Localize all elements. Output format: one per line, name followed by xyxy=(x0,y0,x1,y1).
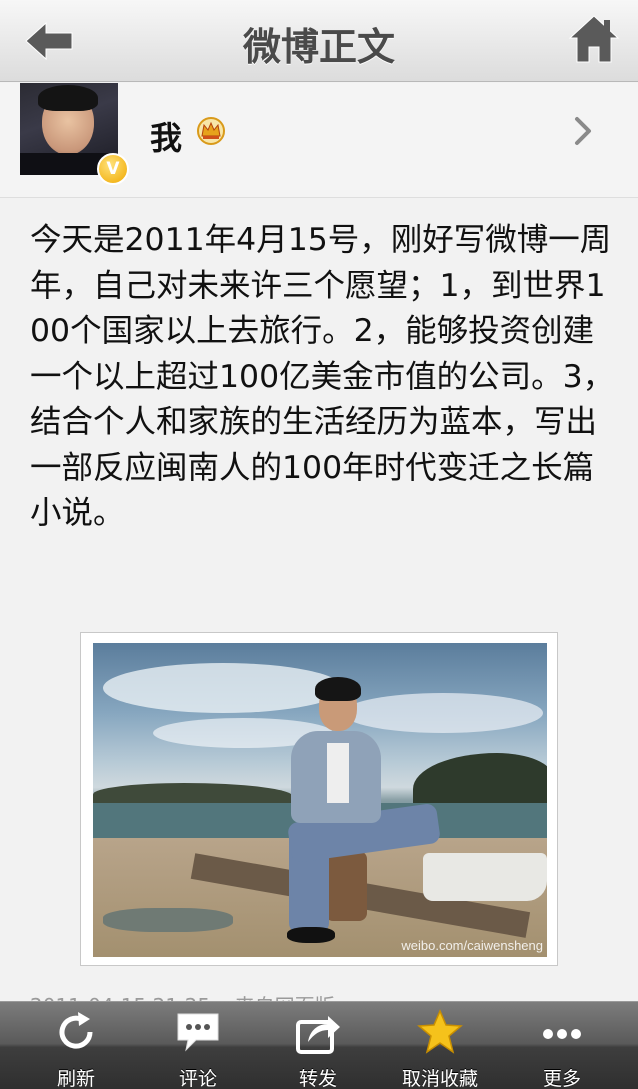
more-label: 更多 xyxy=(542,1068,581,1089)
crown-icon xyxy=(197,117,225,145)
author-row[interactable]: V 我 xyxy=(0,83,638,198)
chevron-right-icon[interactable] xyxy=(572,115,596,147)
page-title: 微博正文 xyxy=(242,25,395,69)
post-text: 今天是2011年4月15号，刚好写微博一周年，自己对未来许三个愿望；1，到世界1… xyxy=(30,222,615,531)
comment-button[interactable]: 评论 xyxy=(138,1002,258,1089)
refresh-icon xyxy=(59,1012,93,1049)
more-button[interactable]: 更多 xyxy=(502,1002,622,1089)
author-name[interactable]: 我 xyxy=(150,113,182,159)
comment-label: 评论 xyxy=(178,1068,217,1089)
home-icon[interactable] xyxy=(568,14,620,64)
forward-button[interactable]: 转发 xyxy=(258,1002,378,1089)
forward-label: 转发 xyxy=(298,1068,337,1089)
comment-icon xyxy=(177,1013,219,1052)
unfavorite-label: 取消收藏 xyxy=(401,1068,478,1089)
post-image[interactable]: weibo.com/caiwensheng xyxy=(80,632,558,966)
refresh-label: 刷新 xyxy=(56,1068,95,1089)
post-photo[interactable]: weibo.com/caiwensheng xyxy=(93,643,547,957)
verified-badge-icon: V xyxy=(97,153,129,185)
forward-icon xyxy=(296,1016,340,1054)
more-icon xyxy=(543,1029,581,1039)
refresh-button[interactable]: 刷新 xyxy=(16,1002,136,1089)
image-watermark: weibo.com/caiwensheng xyxy=(401,938,543,953)
star-icon xyxy=(417,1009,463,1054)
nav-bar: 微博正文 xyxy=(0,0,638,82)
bottom-toolbar: 刷新 评论 转发 取消收藏 更多 xyxy=(0,1001,638,1089)
unfavorite-button[interactable]: 取消收藏 xyxy=(380,1002,500,1089)
